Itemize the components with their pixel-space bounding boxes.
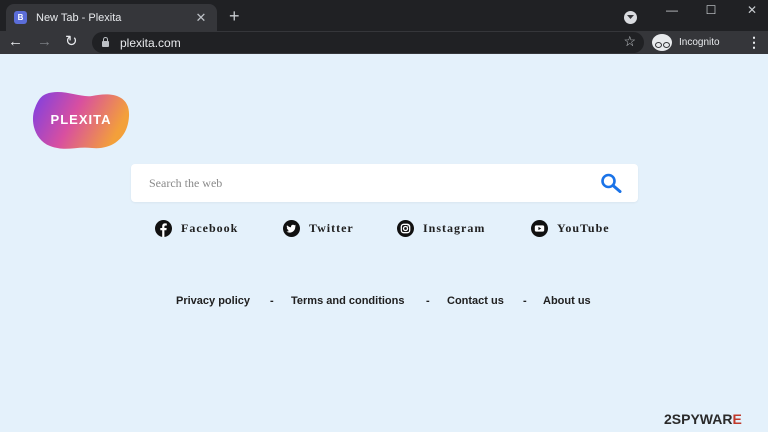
minimize-button[interactable]: — <box>664 3 680 17</box>
chevron-down-icon <box>627 15 634 19</box>
contact-us-link[interactable]: Contact us <box>447 295 504 307</box>
privacy-policy-link[interactable]: Privacy policy <box>176 295 250 307</box>
back-button[interactable]: ← <box>8 33 23 51</box>
twitter-label: Twitter <box>309 220 354 235</box>
incognito-icon <box>652 34 672 51</box>
reload-button[interactable]: ↻ <box>65 33 78 51</box>
footer-separator: - <box>270 295 274 307</box>
incognito-label: Incognito <box>679 37 720 48</box>
browser-toolbar: ← → ↻ plexita.com ☆ Incognito ⋮ <box>0 31 768 54</box>
search-box <box>131 164 638 202</box>
url-text[interactable]: plexita.com <box>120 36 181 50</box>
about-us-link[interactable]: About us <box>543 295 591 307</box>
instagram-label: Instagram <box>423 220 486 235</box>
plexita-logo: PLEXITA <box>32 90 130 152</box>
watermark-suffix: E <box>732 411 742 427</box>
instagram-icon <box>397 219 414 237</box>
instagram-link[interactable]: Instagram <box>397 219 485 237</box>
address-bar[interactable]: plexita.com ☆ <box>92 32 644 53</box>
tab-strip: B New Tab - Plexita ✕ + — ☐ ✕ <box>0 0 768 31</box>
twitter-icon <box>283 219 300 237</box>
browser-tab[interactable]: B New Tab - Plexita ✕ <box>6 4 217 31</box>
facebook-link[interactable]: Facebook <box>155 219 238 237</box>
favicon-icon: B <box>14 11 27 24</box>
bookmark-star-icon[interactable]: ☆ <box>623 33 636 50</box>
terms-link[interactable]: Terms and conditions <box>291 295 404 307</box>
incognito-profile-button[interactable]: Incognito <box>652 32 720 53</box>
search-icon <box>601 173 622 193</box>
maximize-button[interactable]: ☐ <box>703 3 719 17</box>
browser-menu-button[interactable]: ⋮ <box>747 33 761 51</box>
footer-separator: - <box>523 295 527 307</box>
watermark: 2SPYWARE <box>664 411 742 427</box>
facebook-label: Facebook <box>181 220 239 235</box>
forward-button[interactable]: → <box>37 33 52 51</box>
facebook-icon <box>155 219 172 237</box>
youtube-icon <box>531 219 548 237</box>
close-window-button[interactable]: ✕ <box>744 3 760 17</box>
watermark-prefix: 2SPYWAR <box>664 411 733 427</box>
new-tab-button[interactable]: + <box>229 6 240 26</box>
footer-separator: - <box>426 295 430 307</box>
tab-search-button[interactable] <box>624 11 637 24</box>
lock-icon[interactable] <box>102 37 109 47</box>
logo-text: PLEXITA <box>50 112 112 127</box>
youtube-label: YouTube <box>557 220 610 235</box>
twitter-link[interactable]: Twitter <box>283 219 354 237</box>
search-input[interactable] <box>149 172 579 194</box>
youtube-link[interactable]: YouTube <box>531 219 610 237</box>
search-button[interactable] <box>600 173 622 193</box>
tab-title: New Tab - Plexita <box>36 11 122 24</box>
close-tab-icon[interactable]: ✕ <box>193 10 209 26</box>
